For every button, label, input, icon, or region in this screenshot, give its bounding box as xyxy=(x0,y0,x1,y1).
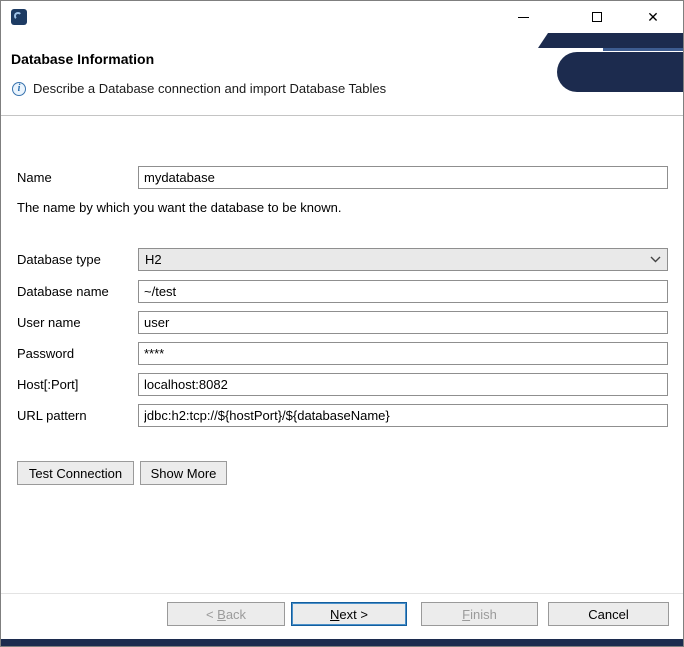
name-input[interactable] xyxy=(138,166,668,189)
info-icon: i xyxy=(12,82,26,96)
minimize-icon xyxy=(518,17,529,18)
banner-description: Describe a Database connection and impor… xyxy=(33,81,386,96)
close-icon: ✕ xyxy=(647,9,659,26)
minimize-button[interactable] xyxy=(500,1,546,33)
database-name-label: Database name xyxy=(17,284,109,299)
finish-button[interactable]: Finish xyxy=(421,602,538,626)
chevron-down-icon xyxy=(650,256,661,263)
app-icon xyxy=(11,9,27,25)
page-title: Database Information xyxy=(11,51,154,67)
host-port-input[interactable] xyxy=(138,373,668,396)
back-button[interactable]: < Back xyxy=(167,602,285,626)
password-input[interactable] xyxy=(138,342,668,365)
user-name-label: User name xyxy=(17,315,81,330)
url-pattern-label: URL pattern xyxy=(17,408,87,423)
cancel-button[interactable]: Cancel xyxy=(548,602,669,626)
banner-decoration-accent xyxy=(603,48,684,51)
next-button[interactable]: Next > xyxy=(291,602,407,626)
banner-decoration-bottom xyxy=(557,52,684,92)
show-more-button[interactable]: Show More xyxy=(140,461,227,485)
database-name-input[interactable] xyxy=(138,280,668,303)
window-bottom-accent xyxy=(1,639,683,646)
database-type-label: Database type xyxy=(17,252,101,267)
database-type-select[interactable]: H2 xyxy=(138,248,668,271)
maximize-button[interactable] xyxy=(574,1,620,33)
user-name-input[interactable] xyxy=(138,311,668,334)
close-button[interactable]: ✕ xyxy=(630,1,676,33)
banner-decoration-top xyxy=(538,33,684,48)
name-label: Name xyxy=(17,170,52,185)
host-port-label: Host[:Port] xyxy=(17,377,78,392)
database-wizard-window: ✕ Database Information i Describe a Data… xyxy=(0,0,684,647)
database-type-value: H2 xyxy=(145,252,650,267)
test-connection-button[interactable]: Test Connection xyxy=(17,461,134,485)
name-help-text: The name by which you want the database … xyxy=(17,200,341,215)
titlebar[interactable]: ✕ xyxy=(1,1,683,33)
url-pattern-input[interactable] xyxy=(138,404,668,427)
header-separator xyxy=(1,115,683,116)
app-icon-glyph xyxy=(14,12,22,20)
password-label: Password xyxy=(17,346,74,361)
maximize-icon xyxy=(592,12,602,22)
footer-separator xyxy=(1,593,683,594)
banner-description-row: i Describe a Database connection and imp… xyxy=(12,81,386,96)
